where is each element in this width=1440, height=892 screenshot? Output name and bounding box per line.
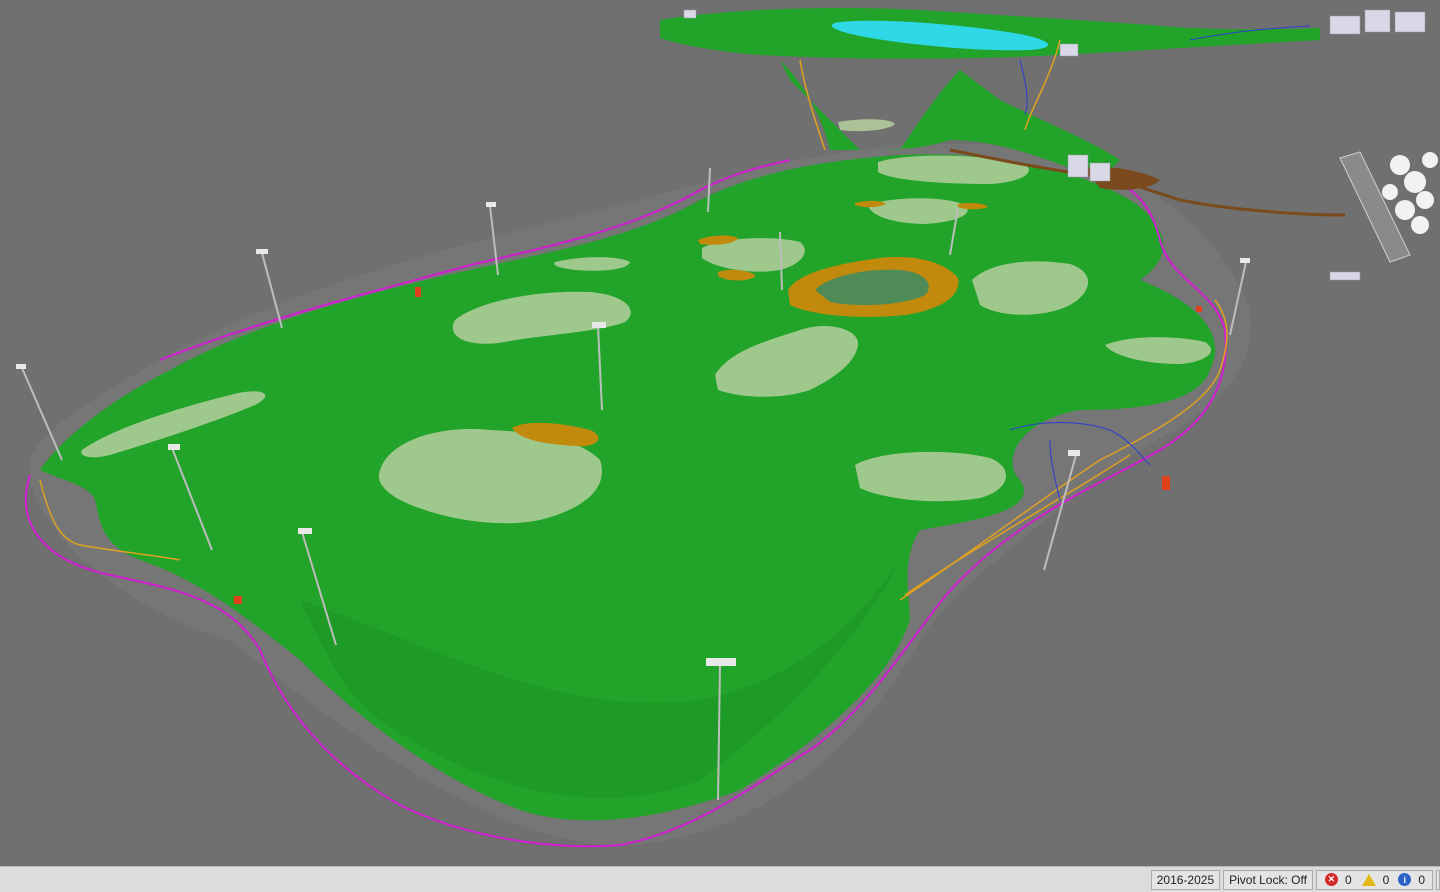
3d-viewport[interactable] xyxy=(0,0,1440,866)
error-count: 0 xyxy=(1344,872,1352,887)
terrain-scene[interactable] xyxy=(0,0,1440,866)
info-icon: i xyxy=(1398,873,1412,886)
message-counters[interactable]: ✕ 0 0 i 0 xyxy=(1315,869,1433,890)
version-label: 2016-2025 xyxy=(1156,872,1215,887)
warning-icon xyxy=(1361,873,1376,886)
status-bar: 2016-2025 Pivot Lock: Off ✕ 0 0 i 0 xyxy=(0,866,1440,892)
warning-count: 0 xyxy=(1382,872,1390,887)
pivot-lock-toggle[interactable]: Pivot Lock: Off xyxy=(1223,869,1313,890)
statusbar-overflow[interactable] xyxy=(1436,869,1440,890)
info-count: 0 xyxy=(1418,872,1425,887)
pivot-lock-label: Pivot Lock: Off xyxy=(1229,872,1307,887)
error-icon: ✕ xyxy=(1324,873,1338,886)
version-indicator[interactable]: 2016-2025 xyxy=(1150,869,1221,890)
